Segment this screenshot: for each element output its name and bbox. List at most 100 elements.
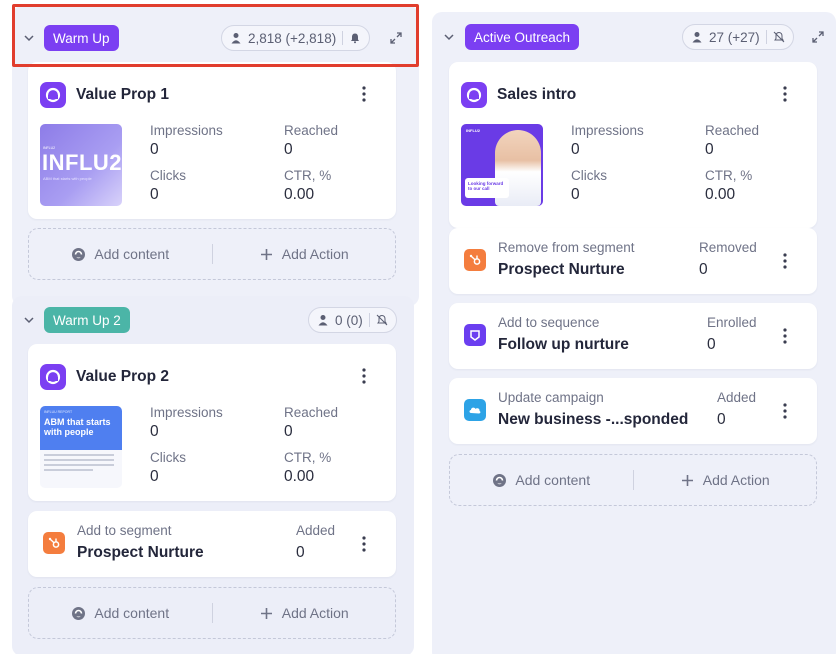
more-options-icon[interactable] — [777, 326, 793, 346]
segment-name-badge[interactable]: Warm Up 2 — [44, 307, 130, 333]
action-card-remove-from-segment[interactable]: Remove from segment Prospect Nurture Rem… — [449, 228, 817, 294]
thumbnail-caption: ABM that starts with people — [43, 176, 92, 181]
add-content-button[interactable]: Add content — [29, 246, 212, 262]
ad-thumbnail[interactable]: INFLU2 INFLU2 ABM that starts with peopl… — [40, 124, 122, 206]
more-options-icon[interactable] — [356, 84, 372, 104]
action-stat-value: 0 — [717, 411, 726, 428]
segment-header: Active Outreach 27 (+27) — [432, 19, 836, 55]
add-action-button[interactable]: Add Action — [213, 605, 396, 621]
action-stat-label: Added — [717, 390, 757, 405]
more-options-icon[interactable] — [356, 366, 372, 386]
add-bar: Add content Add Action — [28, 228, 396, 280]
impressions-label: Impressions — [571, 123, 644, 138]
bell-off-icon[interactable] — [376, 314, 388, 326]
segment-header: Warm Up 2,818 (+2,818) — [12, 20, 419, 56]
influ2-logo-icon — [40, 364, 66, 390]
more-options-icon[interactable] — [777, 401, 793, 421]
action-type: Add to sequence — [498, 315, 600, 330]
action-stat-value: 0 — [296, 544, 305, 561]
action-target: Prospect Nurture — [498, 261, 625, 278]
chevron-down-icon[interactable] — [22, 31, 36, 45]
reached-value: 0 — [284, 423, 293, 440]
add-content-label: Add content — [94, 246, 170, 262]
action-stat-label: Added — [296, 523, 336, 538]
expand-icon[interactable] — [390, 31, 404, 45]
thumbnail-text-lines — [44, 454, 114, 474]
clicks-value: 0 — [150, 468, 159, 485]
action-type: Update campaign — [498, 390, 604, 405]
add-content-label: Add content — [94, 605, 170, 621]
thumbnail-brand: INFLU2 — [466, 128, 480, 133]
action-card-add-to-sequence[interactable]: Add to sequence Follow up nurture Enroll… — [449, 303, 817, 369]
card-title-row: Sales intro — [461, 82, 576, 108]
chevron-down-icon[interactable] — [22, 313, 36, 327]
add-action-label: Add Action — [281, 246, 349, 262]
bell-off-icon[interactable] — [773, 31, 785, 43]
segment-column-active-outreach: Active Outreach 27 (+27) Sales intro INF… — [432, 12, 836, 654]
thumbnail-brand: INFLU2 — [42, 150, 122, 175]
segment-name-badge[interactable]: Active Outreach — [465, 24, 580, 50]
impressions-value: 0 — [571, 141, 580, 158]
add-bar: Add content Add Action — [28, 587, 396, 639]
audience-stats[interactable]: 27 (+27) — [682, 24, 794, 50]
segment-header: Warm Up 2 0 (0) — [12, 302, 414, 338]
content-card[interactable]: Sales intro INFLU2 Looking forward to ou… — [449, 62, 817, 228]
ctr-label: CTR, % — [284, 168, 332, 183]
action-stat-label: Removed — [699, 240, 757, 255]
bell-icon[interactable] — [349, 32, 361, 44]
content-card[interactable]: Value Prop 1 INFLU2 INFLU2 ABM that star… — [28, 62, 396, 219]
person-icon — [692, 32, 702, 43]
action-card-update-campaign[interactable]: Update campaign New business -...sponded… — [449, 378, 817, 444]
influ2-logo-icon — [40, 82, 66, 108]
reached-label: Reached — [284, 123, 339, 138]
add-content-button[interactable]: Add content — [29, 605, 212, 621]
ad-thumbnail[interactable]: INFLU2 Looking forward to our call — [461, 124, 543, 206]
hubspot-icon — [464, 249, 486, 271]
divider — [368, 313, 370, 327]
audience-count: 0 (0) — [335, 312, 363, 328]
plus-icon — [681, 474, 693, 486]
chevron-down-icon[interactable] — [442, 30, 456, 44]
card-title: Value Prop 2 — [76, 368, 170, 385]
add-content-label: Add content — [515, 472, 591, 488]
audience-count: 27 (+27) — [709, 29, 760, 45]
audience-count: 2,818 (+2,818) — [248, 30, 337, 46]
more-options-icon[interactable] — [356, 534, 372, 554]
impressions-value: 0 — [150, 141, 159, 158]
more-options-icon[interactable] — [777, 251, 793, 271]
more-options-icon[interactable] — [777, 84, 793, 104]
content-icon — [493, 473, 507, 487]
add-content-button[interactable]: Add content — [450, 472, 633, 488]
segment-column-warm-up-2: Warm Up 2 0 (0) Value Prop 2 INFLUU REPO… — [12, 296, 414, 654]
impressions-value: 0 — [150, 423, 159, 440]
reached-label: Reached — [284, 405, 339, 420]
action-target: Follow up nurture — [498, 336, 629, 353]
ad-thumbnail[interactable]: INFLUU REPORT ABM that starts with peopl… — [40, 406, 122, 488]
add-action-label: Add Action — [281, 605, 349, 621]
action-card[interactable]: Add to segment Prospect Nurture Added 0 — [28, 511, 396, 577]
content-icon — [72, 606, 86, 620]
segment-column-warm-up: Warm Up 2,818 (+2,818) Value Prop 1 INFL… — [12, 6, 419, 306]
content-card[interactable]: Value Prop 2 INFLUU REPORT ABM that star… — [28, 344, 396, 501]
influ2-logo-icon — [461, 82, 487, 108]
add-bar: Add content Add Action — [449, 454, 817, 506]
add-action-button[interactable]: Add Action — [213, 246, 396, 262]
action-target: New business -...sponded — [498, 411, 689, 428]
card-title-row: Value Prop 2 — [40, 364, 169, 390]
person-icon — [318, 315, 328, 326]
clicks-label: Clicks — [571, 168, 607, 183]
add-action-button[interactable]: Add Action — [634, 472, 817, 488]
expand-icon[interactable] — [812, 30, 826, 44]
action-stat-value: 0 — [699, 261, 708, 278]
add-action-label: Add Action — [702, 472, 770, 488]
action-type: Remove from segment — [498, 240, 635, 255]
thumbnail-brand-small: INFLUU REPORT — [44, 410, 73, 414]
audience-stats[interactable]: 2,818 (+2,818) — [221, 25, 371, 51]
segment-name-badge[interactable]: Warm Up — [44, 25, 119, 51]
audience-stats[interactable]: 0 (0) — [308, 307, 397, 333]
clicks-value: 0 — [150, 186, 159, 203]
content-icon — [72, 247, 86, 261]
person-icon — [231, 33, 241, 44]
thumbnail-headline: ABM that starts with people — [44, 417, 111, 438]
ctr-label: CTR, % — [705, 168, 753, 183]
